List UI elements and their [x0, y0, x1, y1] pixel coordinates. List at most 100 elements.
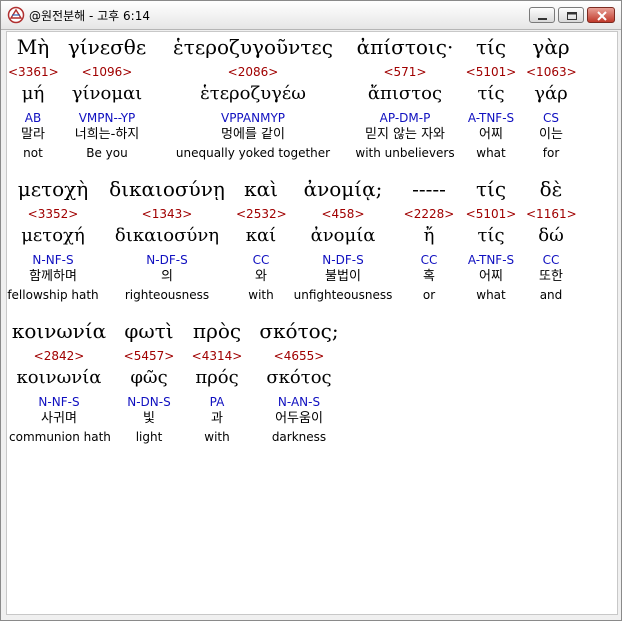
strong-number: <5101> [465, 65, 517, 79]
interlinear-word[interactable]: φωτὶ <5457> φῶς N-DN-S 빛 light [114, 318, 184, 452]
english-gloss: or [422, 288, 436, 302]
english-gloss: not [23, 146, 43, 160]
maximize-button[interactable] [558, 7, 584, 23]
lemma: κοινωνία [16, 367, 102, 388]
interlinear-word[interactable]: ἀνομίᾳ; <458> ἀνομία N-DF-S 불법이 unfighteousne… [293, 176, 393, 310]
interlinear-word[interactable]: τίς <5101> τίς A-TNF-S 어찌 what [461, 34, 521, 168]
english-gloss: and [539, 288, 563, 302]
strong-number: <1096> [81, 65, 133, 79]
lemma: τίς [477, 225, 505, 246]
lemma: δικαιοσύνη [114, 225, 220, 246]
lemma: καί [245, 225, 277, 246]
bible-app-icon[interactable] [7, 6, 25, 24]
strong-number: <2842> [33, 349, 85, 363]
parsing-code: CC [420, 253, 438, 267]
greek-word: πρὸς [192, 319, 242, 343]
strong-number: <571> [383, 65, 427, 79]
interlinear-word[interactable]: δικαιοσύνῃ <1343> δικαιοσύνη N-DF-S 의 righteo… [107, 176, 227, 310]
english-gloss: unfighteousness [293, 288, 393, 302]
greek-word: μετοχὴ [17, 177, 89, 201]
greek-word: καὶ [244, 177, 278, 201]
strong-number: <1343> [141, 207, 193, 221]
greek-word: Μὴ [16, 35, 50, 59]
parsing-code: VMPN--YP [78, 111, 136, 125]
interlinear-word[interactable]: κοινωνία <2842> κοινωνία N-NF-S 사귀며 communion… [9, 318, 111, 452]
lemma: μετοχή [21, 225, 85, 246]
lemma: φῶς [130, 367, 168, 388]
strong-number: <2532> [236, 207, 287, 221]
greek-word: σκότος; [259, 319, 339, 343]
korean-gloss: 과 [211, 411, 223, 426]
close-button[interactable] [587, 7, 615, 23]
parsing-code: N-DN-S [127, 395, 171, 409]
parsing-code: AB [24, 111, 42, 125]
english-gloss: what [476, 146, 506, 160]
parsing-code: N-NF-S [38, 395, 80, 409]
lemma: γίνομαι [71, 83, 143, 104]
maximize-icon [567, 12, 577, 20]
strong-number: <1063> [526, 65, 577, 79]
interlinear-word[interactable]: τίς <5101> τίς A-TNF-S 어찌 what [461, 176, 521, 310]
korean-gloss: 어두움이 [275, 411, 323, 426]
korean-gloss: 너희는-하지 [74, 127, 140, 142]
parsing-code: PA [209, 395, 225, 409]
english-gloss: with [204, 430, 230, 444]
window-title: @원전분해 - 고후 6:14 [29, 9, 150, 23]
korean-gloss: 말라 [21, 127, 45, 142]
interlinear-word[interactable]: γὰρ <1063> γάρ CS 이는 for [526, 34, 577, 168]
korean-gloss: 또한 [539, 269, 563, 284]
interlinear-word[interactable]: δὲ <1161> δώ CC 또한 and [526, 176, 577, 310]
strong-number: <5457> [123, 349, 175, 363]
lemma: ἑτεροζυγέω [200, 83, 306, 104]
greek-word: ἑτεροζυγοῦντες [173, 35, 333, 59]
korean-gloss: 어찌 [479, 127, 503, 142]
english-gloss: darkness [271, 430, 327, 444]
korean-gloss: 불법이 [325, 269, 361, 284]
interlinear-word[interactable]: Μὴ <3361> μή AB 말라 not [8, 34, 59, 168]
english-gloss: Be you [86, 146, 128, 160]
interlinear-word[interactable]: πρὸς <4314> πρός PA 과 with [189, 318, 245, 452]
interlinear-word[interactable]: μετοχὴ <3352> μετοχή N-NF-S 함께하며 fellowship h… [7, 176, 99, 310]
greek-word: κοινωνία [11, 319, 107, 343]
interlinear-word[interactable]: ἀπίστοις· <571> ἄπιστος AP-DM-P 믿지 않는 자와 with… [350, 34, 460, 168]
english-gloss: with unbelievers [355, 146, 455, 160]
strong-number: <458> [321, 207, 365, 221]
parsing-code: CC [252, 253, 270, 267]
english-gloss: what [476, 288, 506, 302]
parsing-code: N-AN-S [277, 395, 321, 409]
interlinear-word[interactable]: καὶ <2532> καί CC 와 with [236, 176, 287, 310]
lemma: ἀνομία [310, 225, 376, 246]
greek-word: γίνεσθε [67, 35, 147, 59]
korean-gloss: 어찌 [479, 269, 503, 284]
strong-number: <3352> [27, 207, 79, 221]
parsing-code: VPPANMYP [220, 111, 286, 125]
english-gloss: light [135, 430, 163, 444]
title-bar[interactable]: @원전분해 - 고후 6:14 [1, 1, 621, 30]
close-icon [597, 11, 607, 21]
interlinear-word[interactable]: ἑτεροζυγοῦντες <2086> ἑτεροζυγέω VPPANMYP 멍에… [168, 34, 338, 168]
lemma: μή [21, 83, 45, 104]
interlinear-word[interactable]: ----- <2228> ἤ CC 혹 or [401, 176, 457, 310]
lemma: τίς [477, 83, 505, 104]
interlinear-word[interactable]: γίνεσθε <1096> γίνομαι VMPN--YP 너희는-하지 Be you [64, 34, 150, 168]
strong-number: <5101> [465, 207, 517, 221]
lemma: πρός [195, 367, 239, 388]
strong-number: <4655> [273, 349, 325, 363]
interlinear-word[interactable]: σκότος; <4655> σκότος N-AN-S 어두움이 darkness [249, 318, 349, 452]
parsing-code: CC [542, 253, 560, 267]
app-window: @원전분해 - 고후 6:14 Μὴ <3361> μή AB 말라 not γίνεσθε… [0, 0, 622, 621]
lemma: ἄπιστος [367, 83, 443, 104]
strong-number: <4314> [191, 349, 243, 363]
greek-word: ἀπίστοις· [356, 35, 454, 59]
greek-word: φωτὶ [124, 319, 174, 343]
minimize-button[interactable] [529, 7, 555, 23]
greek-word: ἀνομίᾳ; [303, 177, 383, 201]
parsing-code: CS [543, 111, 559, 125]
parsing-code: N-NF-S [32, 253, 74, 267]
korean-gloss: 사귀며 [41, 411, 77, 426]
strong-number: <1161> [526, 207, 577, 221]
english-gloss: fellowship hath [7, 288, 99, 302]
parsing-code: A-TNF-S [467, 111, 515, 125]
korean-gloss: 빛 [143, 411, 155, 426]
greek-word: τίς [475, 177, 507, 201]
